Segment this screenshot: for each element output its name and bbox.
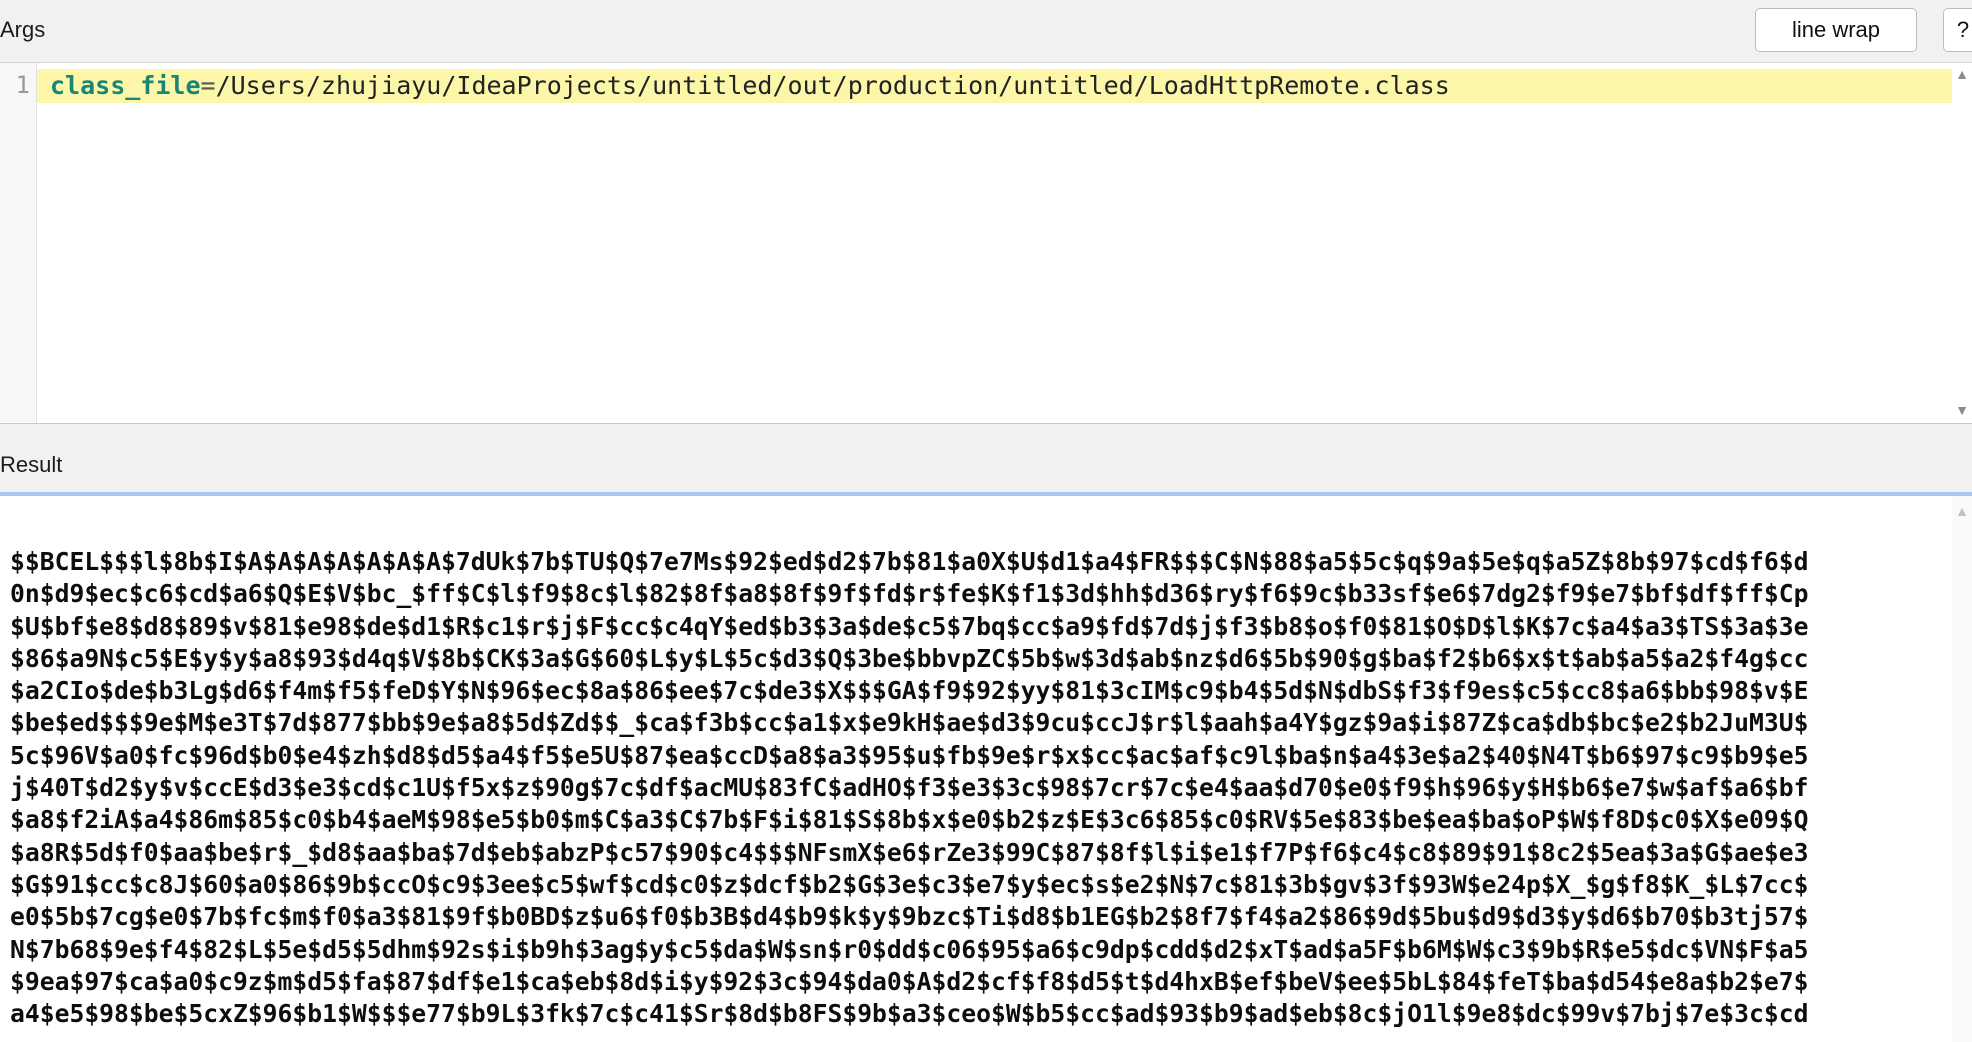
arg-key: class_file (50, 71, 201, 100)
result-line: $be$ed$$$9e$M$e3T$7d$877$bb$9e$a8$5d$Zd$… (10, 708, 1809, 738)
scroll-down-arrow-icon[interactable]: ▼ (1952, 403, 1972, 417)
result-line: $9ea$97$ca$a0$c9z$m$d5$fa$87$df$e1$ca$eb… (10, 966, 1809, 996)
arg-equals: = (200, 71, 216, 100)
result-line: $G$91$cc$c8J$60$a0$86$9b$ccO$c9$3ee$c5$w… (10, 869, 1809, 899)
args-editor[interactable]: 1 class_file=/Users/zhujiayu/IdeaProject… (0, 63, 1972, 424)
args-code-line[interactable]: class_file=/Users/zhujiayu/IdeaProjects/… (50, 70, 1450, 102)
result-line: $U$bf$e8$d8$89$v$81$e98$de$d1$R$c1$r$j$F… (10, 611, 1809, 641)
line-wrap-button[interactable]: line wrap (1755, 8, 1917, 52)
result-panel-header: Result (0, 424, 1972, 496)
result-text: $$BCEL$$$l$8b$I$A$A$A$A$A$A$A$7dUk$7b$TU… (10, 546, 1950, 1030)
args-panel-header: Args line wrap ? (0, 0, 1972, 63)
result-scrollbar[interactable]: ▲ (1952, 496, 1972, 1042)
result-line: $a8$f2iA$a4$86m$85$c0$b4$aeM$98$e5$b0$m$… (10, 805, 1809, 835)
scroll-up-arrow-icon[interactable]: ▲ (1952, 67, 1972, 81)
args-scrollbar[interactable]: ▲ ▼ (1952, 63, 1972, 423)
result-line: j$40T$d2$y$v$ccE$d3$e3$cd$c1U$f5x$z$90g$… (10, 773, 1809, 803)
result-line: a4$e5$98$be$5cxZ$96$b1$W$$$e77$b9L$3fk$7… (10, 999, 1809, 1029)
result-output[interactable]: $$BCEL$$$l$8b$I$A$A$A$A$A$A$A$7dUk$7b$TU… (0, 496, 1972, 1042)
result-line: 0n$d9$ec$c6$cd$a6$Q$E$V$bc_$ff$C$l$f9$8c… (10, 579, 1809, 609)
help-button[interactable]: ? (1943, 8, 1972, 52)
result-title: Result (0, 452, 63, 477)
result-line: e0$5b$7cg$e0$7b$fc$m$f0$a3$81$9f$b0BD$z$… (10, 902, 1809, 932)
arg-value: /Users/zhujiayu/IdeaProjects/untitled/ou… (215, 71, 1450, 100)
args-title: Args (0, 17, 46, 42)
result-line: 5c$96V$a0$fc$96d$b0$e4$zh$d8$d5$a4$f5$e5… (10, 740, 1809, 770)
result-line: $86$a9N$c5$E$y$y$a8$93$d4q$V$8b$CK$3a$G$… (10, 643, 1809, 673)
result-line: $a8R$5d$f0$aa$be$r$_$d8$aa$ba$7d$eb$abzP… (10, 837, 1809, 867)
line-number-gutter: 1 (0, 63, 37, 423)
result-scroll-up-icon[interactable]: ▲ (1952, 504, 1972, 518)
result-line: $$BCEL$$$l$8b$I$A$A$A$A$A$A$A$7dUk$7b$TU… (10, 547, 1809, 576)
line-number: 1 (15, 71, 30, 99)
result-line: N$7b68$9e$f4$82$L$5e$d5$5dhm$92s$i$b9h$3… (10, 934, 1809, 964)
result-line: $a2CIo$de$b3Lg$d6$f4m$f5$feD$Y$N$96$ec$8… (10, 676, 1809, 706)
